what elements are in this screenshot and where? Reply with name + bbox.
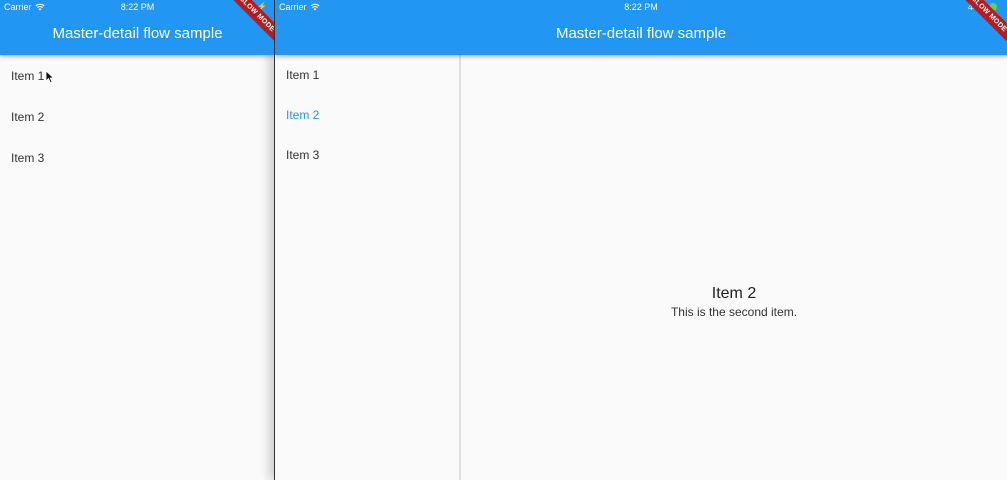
list-item[interactable]: Item 3 [0,137,275,178]
list-item-label: Item 3 [286,148,320,162]
item-list: Item 1 Item 2 Item 3 [0,55,275,178]
list-item-label: Item 2 [286,108,320,122]
list-item[interactable]: Item 1 [0,55,275,96]
tablet-app-bar: Carrier 8:22 PM 44% Master-detail flow s… [275,0,1007,55]
list-item[interactable]: Item 3 [275,135,459,175]
mouse-cursor-icon [45,70,55,84]
list-item-label: Item 3 [11,150,45,165]
detail-title: Item 2 [711,285,757,302]
phone-app-bar: Carrier 8:22 PM ⚡ Master-detail flow sam… [0,0,275,55]
device-separator [274,0,275,480]
item-list: Item 1 Item 2 Item 3 [275,55,459,175]
list-item-label: Item 2 [11,109,45,124]
status-time: 8:22 PM [120,2,155,12]
page-title: Master-detail flow sample [52,25,223,42]
list-item-selected[interactable]: Item 2 [275,95,459,135]
list-item[interactable]: Item 2 [0,96,275,137]
list-item-label: Item 1 [11,68,45,83]
detail-description: This is the second item. [670,305,798,319]
page-title: Master-detail flow sample [555,25,727,42]
phone-screen: Carrier 8:22 PM ⚡ Master-detail flow sam… [0,0,275,480]
detail-pane: Item 2 This is the second item. [461,55,1007,480]
master-pane: Item 1 Item 2 Item 3 [275,55,459,480]
list-item[interactable]: Item 1 [275,55,459,95]
status-time: 8:22 PM [624,2,658,12]
tablet-status-bar: Carrier 8:22 PM 44% [275,0,1007,14]
stage: Carrier 8:22 PM ⚡ Master-detail flow sam… [0,0,1007,480]
list-item-label: Item 1 [286,68,320,82]
phone-status-bar: Carrier 8:22 PM ⚡ [0,0,275,14]
tablet-screen: Carrier 8:22 PM 44% Master-detail flow s… [275,0,1007,480]
